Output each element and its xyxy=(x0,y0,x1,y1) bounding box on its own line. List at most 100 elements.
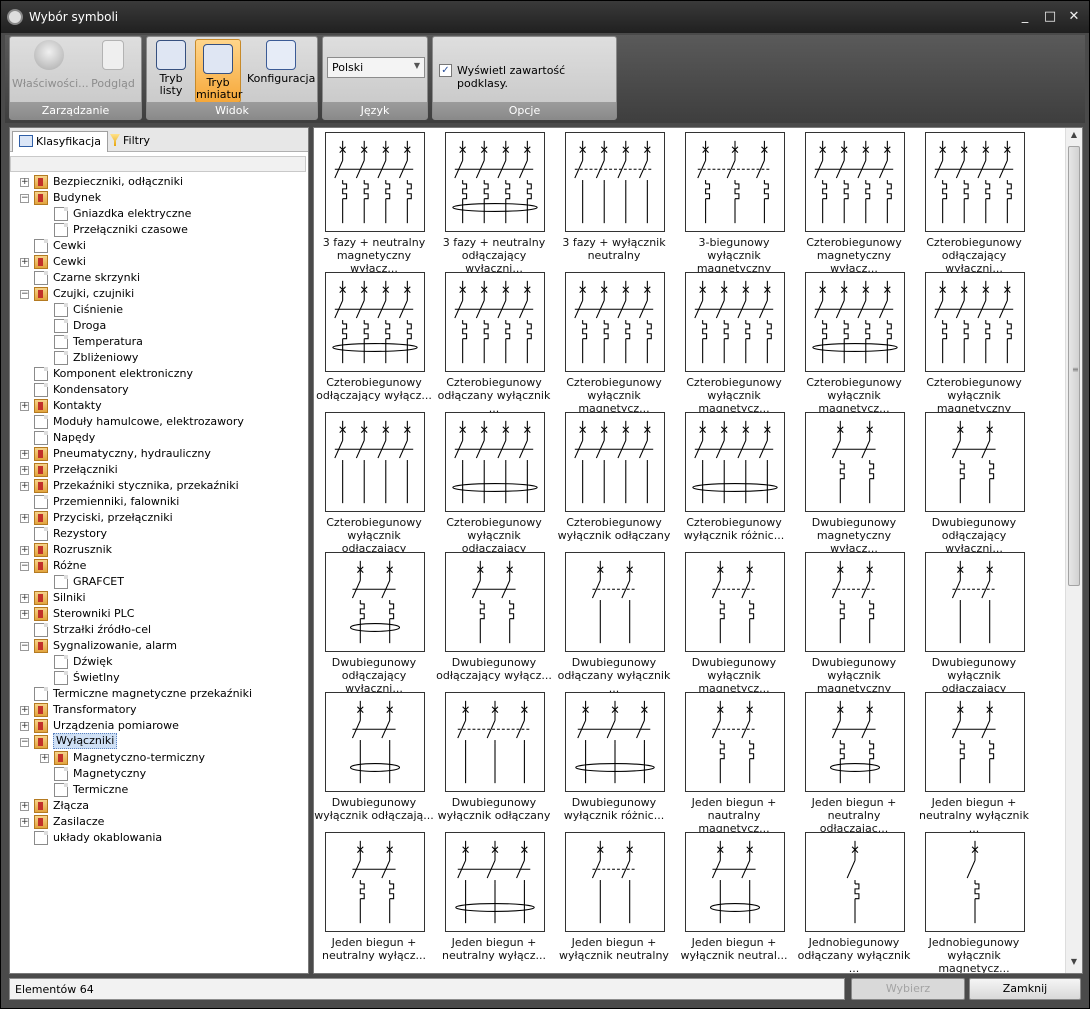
tree-node[interactable]: − Wyłączniki xyxy=(10,733,306,750)
expand-icon[interactable]: + xyxy=(20,258,29,267)
tree-node[interactable]: − Różne xyxy=(10,558,306,574)
tree-node[interactable]: + Silniki xyxy=(10,590,306,606)
symbol-item[interactable]: Czterobiegunowy wyłącznik magnetyczny xyxy=(914,268,1034,415)
tree-node[interactable]: Dźwięk xyxy=(10,654,306,670)
symbol-item[interactable]: Dwubiegunowy wyłącznik odłączający xyxy=(914,548,1034,695)
tab-classification[interactable]: Klasyfikacja xyxy=(12,131,108,152)
tree-node[interactable]: Droga xyxy=(10,318,306,334)
tree-node[interactable]: Czarne skrzynki xyxy=(10,270,306,286)
symbol-item[interactable]: Dwubiegunowy wyłącznik odłączają... xyxy=(314,688,434,828)
symbol-item[interactable]: 3 fazy + wyłącznik neutralny xyxy=(554,128,674,268)
symbol-item[interactable]: Dwubiegunowy wyłącznik różnic... xyxy=(554,688,674,828)
tree-node[interactable]: + Sterowniki PLC xyxy=(10,606,306,622)
collapse-icon[interactable]: − xyxy=(20,642,29,651)
expand-icon[interactable]: + xyxy=(20,610,29,619)
tree-node[interactable]: Przemienniki, falowniki xyxy=(10,494,306,510)
tree-node[interactable]: Cewki xyxy=(10,238,306,254)
tree-node[interactable]: GRAFCET xyxy=(10,574,306,590)
expand-icon[interactable]: + xyxy=(20,466,29,475)
symbol-item[interactable]: Dwubiegunowy magnetyczny wyłącz... xyxy=(794,408,914,555)
collapse-icon[interactable]: − xyxy=(20,562,29,571)
symbol-item[interactable]: 3 fazy + neutralny magnetyczny wyłącz... xyxy=(314,128,434,275)
preview-button[interactable]: Podgląd xyxy=(88,40,138,90)
expand-icon[interactable]: + xyxy=(20,722,29,731)
symbol-item[interactable]: Dwubiegunowy odłączający wyłączni... xyxy=(914,408,1034,555)
tree-node[interactable]: Rezystory xyxy=(10,526,306,542)
tree-node[interactable]: Komponent elektroniczny xyxy=(10,366,306,382)
expand-icon[interactable]: + xyxy=(20,802,29,811)
symbol-item[interactable]: Jeden biegun + neutralny wyłącznik ... xyxy=(914,688,1034,835)
minimize-icon[interactable]: _ xyxy=(1017,9,1033,25)
tree-node[interactable]: − Budynek xyxy=(10,190,306,206)
symbol-item[interactable]: Jeden biegun + neutralny wyłącz... xyxy=(314,828,434,968)
language-select[interactable]: Polski ▼ xyxy=(327,57,425,78)
scroll-up-icon[interactable]: ▲ xyxy=(1066,130,1082,144)
collapse-icon[interactable]: − xyxy=(20,738,29,747)
tree-node[interactable]: + Urządzenia pomiarowe xyxy=(10,718,306,734)
symbol-item[interactable]: Czterobiegunowy wyłącznik różnic... xyxy=(674,408,794,548)
symbol-item[interactable]: 3-biegunowy wyłącznik magnetyczny xyxy=(674,128,794,275)
tree-node[interactable]: + Magnetyczno-termiczny xyxy=(10,750,306,766)
symbol-item[interactable]: Jeden biegun + wyłącznik neutralny xyxy=(554,828,674,968)
tree-node[interactable]: Moduły hamulcowe, elektrozawory xyxy=(10,414,306,430)
symbol-item[interactable]: Dwubiegunowy wyłącznik magnetycz... xyxy=(674,548,794,695)
thumbnail-mode-button[interactable]: Tryb miniatur xyxy=(195,39,242,103)
expand-icon[interactable]: + xyxy=(20,402,29,411)
show-subclass-checkbox[interactable]: ✓ xyxy=(439,64,452,77)
tree-node[interactable]: Gniazdka elektryczne xyxy=(10,206,306,222)
tree-node[interactable]: Zbliżeniowy xyxy=(10,350,306,366)
symbol-item[interactable]: Czterobiegunowy wyłącznik odłączający xyxy=(314,408,434,555)
tree-node[interactable]: układy okablowania xyxy=(10,830,306,846)
symbol-item[interactable]: Czterobiegunowy wyłącznik odłączający xyxy=(434,408,554,555)
symbol-item[interactable]: Jeden biegun + wyłącznik neutral... xyxy=(674,828,794,968)
expand-icon[interactable]: + xyxy=(20,818,29,827)
symbol-item[interactable]: Jednobiegunowy odłączany wyłącznik ... xyxy=(794,828,914,973)
expand-icon[interactable]: + xyxy=(20,514,29,523)
tree-node[interactable]: + Transformatory xyxy=(10,702,306,718)
select-button[interactable]: Wybierz xyxy=(851,978,965,1000)
collapse-icon[interactable]: − xyxy=(20,194,29,203)
expand-icon[interactable]: + xyxy=(20,594,29,603)
tab-filters[interactable]: Filtry xyxy=(104,131,156,152)
properties-button[interactable]: Właściwości... xyxy=(12,40,89,90)
tree-node[interactable]: Magnetyczny xyxy=(10,766,306,782)
tree-node[interactable]: + Rozrusznik xyxy=(10,542,306,558)
collapse-icon[interactable]: − xyxy=(20,290,29,299)
tree-node[interactable]: Napędy xyxy=(10,430,306,446)
symbol-item[interactable]: 3 fazy + neutralny odłączający wyłączni..… xyxy=(434,128,554,275)
symbol-item[interactable]: Jeden biegun + neutralny odłączając... xyxy=(794,688,914,835)
tree-node[interactable]: − Sygnalizowanie, alarm xyxy=(10,638,306,654)
expand-icon[interactable]: + xyxy=(40,754,49,763)
maximize-icon[interactable]: □ xyxy=(1042,9,1058,25)
symbol-item[interactable]: Czterobiegunowy wyłącznik magnetycz... xyxy=(674,268,794,415)
tree-node[interactable]: Termiczne magnetyczne przekaźniki xyxy=(10,686,306,702)
expand-icon[interactable]: + xyxy=(20,546,29,555)
list-mode-button[interactable]: Tryb listy xyxy=(151,40,191,102)
tree-node[interactable]: + Pneumatyczny, hydrauliczny xyxy=(10,446,306,462)
tree-node[interactable]: Strzałki źródło-cel xyxy=(10,622,306,638)
tree-node[interactable]: + Przełączniki xyxy=(10,462,306,478)
tree-node[interactable]: Przełączniki czasowe xyxy=(10,222,306,238)
symbol-item[interactable]: Czterobiegunowy magnetyczny wyłącz... xyxy=(794,128,914,275)
symbol-item[interactable]: Jeden biegun + neutralny wyłącz... xyxy=(434,828,554,968)
symbol-item[interactable]: Jednobiegunowy wyłącznik magnetycz... xyxy=(914,828,1034,973)
symbol-item[interactable]: Czterobiegunowy wyłącznik odłączany xyxy=(554,408,674,548)
tree-node[interactable]: Świetlny xyxy=(10,670,306,686)
tree-node[interactable]: Kondensatory xyxy=(10,382,306,398)
symbol-item[interactable]: Jeden biegun + nautralny magnetycz... xyxy=(674,688,794,835)
tree-node[interactable]: + Złącza xyxy=(10,798,306,814)
close-icon[interactable]: ✕ xyxy=(1066,9,1082,25)
tree-node[interactable]: + Bezpieczniki, odłączniki xyxy=(10,174,306,190)
symbol-item[interactable]: Czterobiegunowy odłączający wyłączni... xyxy=(914,128,1034,275)
symbol-item[interactable]: Dwubiegunowy wyłącznik magnetyczny xyxy=(794,548,914,695)
symbol-item[interactable]: Czterobiegunowy wyłącznik magnetycz... xyxy=(794,268,914,415)
expand-icon[interactable]: + xyxy=(20,482,29,491)
symbol-item[interactable]: Dwubiegunowy odłączający wyłącz... xyxy=(434,548,554,688)
symbol-item[interactable]: Czterobiegunowy odłączający wyłącz... xyxy=(314,268,434,408)
scroll-down-icon[interactable]: ▼ xyxy=(1066,957,1082,971)
expand-icon[interactable]: + xyxy=(20,178,29,187)
tree-node[interactable]: Termiczne xyxy=(10,782,306,798)
tree-node[interactable]: + Zasilacze xyxy=(10,814,306,830)
tree-node[interactable]: Ciśnienie xyxy=(10,302,306,318)
close-button[interactable]: Zamknij xyxy=(969,978,1081,1000)
